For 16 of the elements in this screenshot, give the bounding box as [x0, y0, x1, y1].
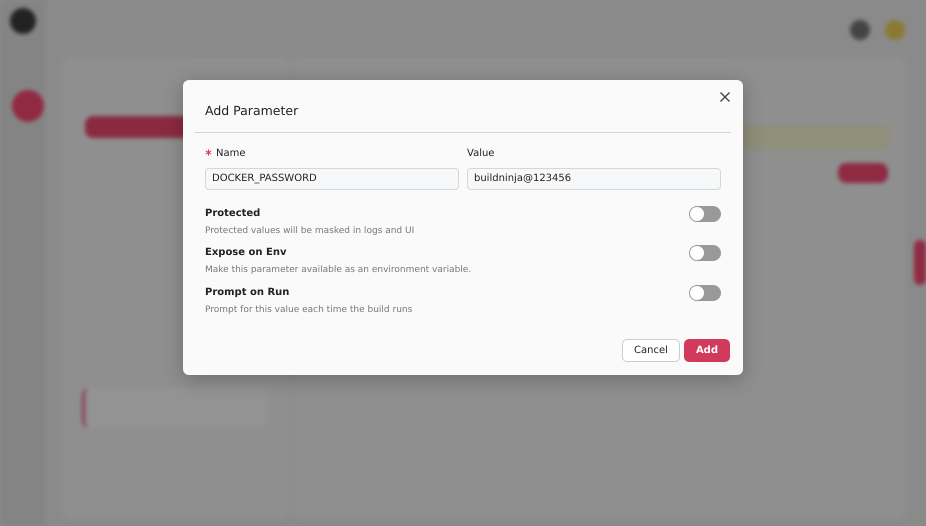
- option-description: Prompt for this value each time the build runs: [205, 304, 412, 317]
- dialog-title: Add Parameter: [205, 102, 300, 120]
- cancel-button[interactable]: Cancel: [622, 339, 680, 362]
- option-label: Protected: [205, 206, 262, 221]
- toggle-switch[interactable]: [689, 245, 721, 262]
- input-field[interactable]: buildninja@123456: [467, 168, 721, 190]
- toggle-switch[interactable]: [689, 206, 721, 222]
- field-label: Value: [467, 148, 494, 159]
- option-description: Protected values will be masked in logs and UI: [205, 224, 414, 238]
- add-button[interactable]: Add: [684, 339, 730, 362]
- option-description: Make this parameter available as an environment variable.: [205, 264, 472, 278]
- option-label: Expose on Env: [205, 246, 288, 260]
- toggle-switch[interactable]: [689, 284, 721, 301]
- input-field[interactable]: DOCKER_PASSWORD: [205, 168, 459, 190]
- field-label: Name: [216, 148, 246, 159]
- option-label: Prompt on Run: [205, 286, 290, 300]
